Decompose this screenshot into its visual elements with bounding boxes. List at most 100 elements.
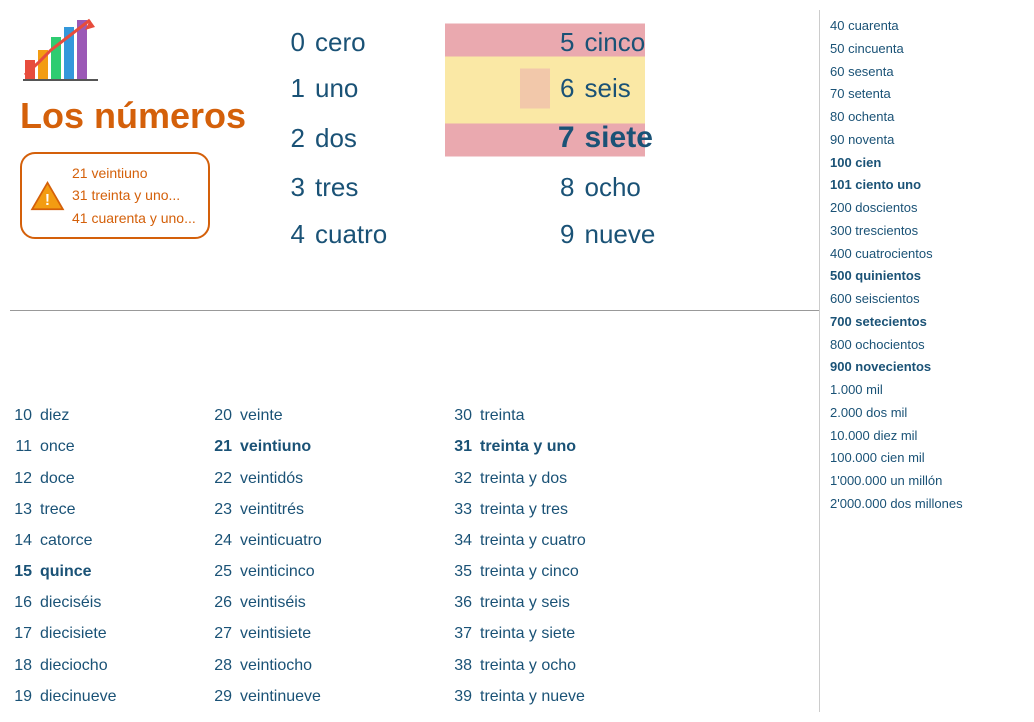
number-row: 12doce xyxy=(10,463,210,494)
row-number: 18 xyxy=(10,650,32,681)
number-row: 35 treinta y cinco xyxy=(450,556,730,587)
row-word: veintidós xyxy=(240,463,303,494)
row-number: 14 xyxy=(10,525,32,556)
row-number: 29 xyxy=(210,681,232,712)
row-word: veintiuno xyxy=(240,431,311,462)
row-number: 32 xyxy=(450,463,472,494)
number-word: ocho xyxy=(585,165,641,209)
number-row: 23 veintitrés xyxy=(210,494,450,525)
center-number-item: 3tres xyxy=(285,165,535,209)
bottom-numbers-section: 10diez11once12doce13trece14catorce15quin… xyxy=(10,400,819,712)
row-number: 39 xyxy=(450,681,472,712)
number-row: 29 veintinueve xyxy=(210,681,450,712)
right-col-item: 90 noventa xyxy=(830,129,1019,152)
row-number: 35 xyxy=(450,556,472,587)
number-row: 37treinta y siete xyxy=(450,618,730,649)
row-word: dieciséis xyxy=(40,587,101,618)
row-number: 20 xyxy=(210,400,232,431)
number-digit: 8 xyxy=(555,165,575,209)
row-word: treinta y cuatro xyxy=(480,525,586,556)
right-col-item: 10.000 diez mil xyxy=(830,425,1019,448)
row-word: treinta y nueve xyxy=(480,681,585,712)
row-number: 15 xyxy=(10,556,32,587)
number-word: nueve xyxy=(585,212,656,256)
warning-text: 21 veintiuno 31 treinta y uno... 41 cuar… xyxy=(72,162,196,229)
row-word: veintinueve xyxy=(240,681,321,712)
number-row: 10 diez xyxy=(10,400,210,431)
warning-icon: ! xyxy=(30,181,65,211)
row-word: treinta y seis xyxy=(480,587,570,618)
row-word: veintisiete xyxy=(240,618,311,649)
row-word: treinta y uno xyxy=(480,431,576,462)
row-word: veinte xyxy=(240,400,283,431)
right-col-item: 60 sesenta xyxy=(830,61,1019,84)
horizontal-divider xyxy=(10,310,819,311)
number-row: 13trece xyxy=(10,494,210,525)
number-digit: 1 xyxy=(285,66,305,110)
right-col-item: 600 seiscientos xyxy=(830,288,1019,311)
number-row: 20 veinte xyxy=(210,400,450,431)
page-title: Los números xyxy=(20,95,260,137)
row-word: veintiséis xyxy=(240,587,306,618)
number-row: 19diecinueve xyxy=(10,681,210,712)
number-word: siete xyxy=(585,112,653,163)
right-col-item: 900 novecientos xyxy=(830,356,1019,379)
row-number: 23 xyxy=(210,494,232,525)
number-word: cuatro xyxy=(315,212,387,256)
row-number: 10 xyxy=(10,400,32,431)
center-number-item: 5cinco xyxy=(555,20,805,64)
center-number-item: 0cero xyxy=(285,20,535,64)
row-word: veintitrés xyxy=(240,494,304,525)
row-word: treinta y tres xyxy=(480,494,568,525)
right-col-item: 400 cuatrocientos xyxy=(830,243,1019,266)
row-number: 25 xyxy=(210,556,232,587)
center-number-item: 1uno xyxy=(285,66,535,110)
row-word: veinticuatro xyxy=(240,525,322,556)
number-row: 32treinta y dos xyxy=(450,463,730,494)
number-digit: 3 xyxy=(285,165,305,209)
number-row: 30treinta xyxy=(450,400,730,431)
row-word: treinta y cinco xyxy=(480,556,579,587)
number-digit: 5 xyxy=(555,20,575,64)
row-number: 16 xyxy=(10,587,32,618)
right-col-item: 80 ochenta xyxy=(830,106,1019,129)
warning-box: ! 21 veintiuno 31 treinta y uno... 41 cu… xyxy=(20,152,210,239)
row-number: 34 xyxy=(450,525,472,556)
number-row: 25veinticinco xyxy=(210,556,450,587)
number-word: cinco xyxy=(585,20,646,64)
center-number-item: 2dos xyxy=(285,112,535,163)
number-row: 21veintiuno xyxy=(210,431,450,462)
number-row: 15quince xyxy=(10,556,210,587)
row-number: 37 xyxy=(450,618,472,649)
row-word: treinta y ocho xyxy=(480,650,576,681)
right-col-item: 800 ochocientos xyxy=(830,334,1019,357)
number-row: 18dieciocho xyxy=(10,650,210,681)
warning-line-3: 41 cuarenta y uno... xyxy=(72,207,196,229)
number-row: 17diecisiete xyxy=(10,618,210,649)
row-number: 12 xyxy=(10,463,32,494)
row-number: 36 xyxy=(450,587,472,618)
row-number: 33 xyxy=(450,494,472,525)
svg-text:!: ! xyxy=(45,192,50,209)
row-number: 11 xyxy=(10,431,32,462)
number-row: 22veintidós xyxy=(210,463,450,494)
row-number: 26 xyxy=(210,587,232,618)
number-digit: 4 xyxy=(285,212,305,256)
number-row: 26 veintiséis xyxy=(210,587,450,618)
number-row: 38treinta y ocho xyxy=(450,650,730,681)
warning-line-2: 31 treinta y uno... xyxy=(72,184,196,206)
row-number: 31 xyxy=(450,431,472,462)
numbers-column-1: 10diez11once12doce13trece14catorce15quin… xyxy=(10,400,210,712)
number-row: 34 treinta y cuatro xyxy=(450,525,730,556)
row-number: 30 xyxy=(450,400,472,431)
row-number: 13 xyxy=(10,494,32,525)
row-word: catorce xyxy=(40,525,92,556)
row-number: 19 xyxy=(10,681,32,712)
number-digit: 6 xyxy=(555,66,575,110)
numbers-column-3: 30treinta31treinta y uno32treinta y dos3… xyxy=(450,400,730,712)
right-col-item: 100 cien xyxy=(830,152,1019,175)
right-col-item: 2.000 dos mil xyxy=(830,402,1019,425)
numbers-column-2: 20 veinte21veintiuno22veintidós23 veintitr… xyxy=(210,400,450,712)
right-col-item: 100.000 cien mil xyxy=(830,447,1019,470)
row-word: diez xyxy=(40,400,69,431)
